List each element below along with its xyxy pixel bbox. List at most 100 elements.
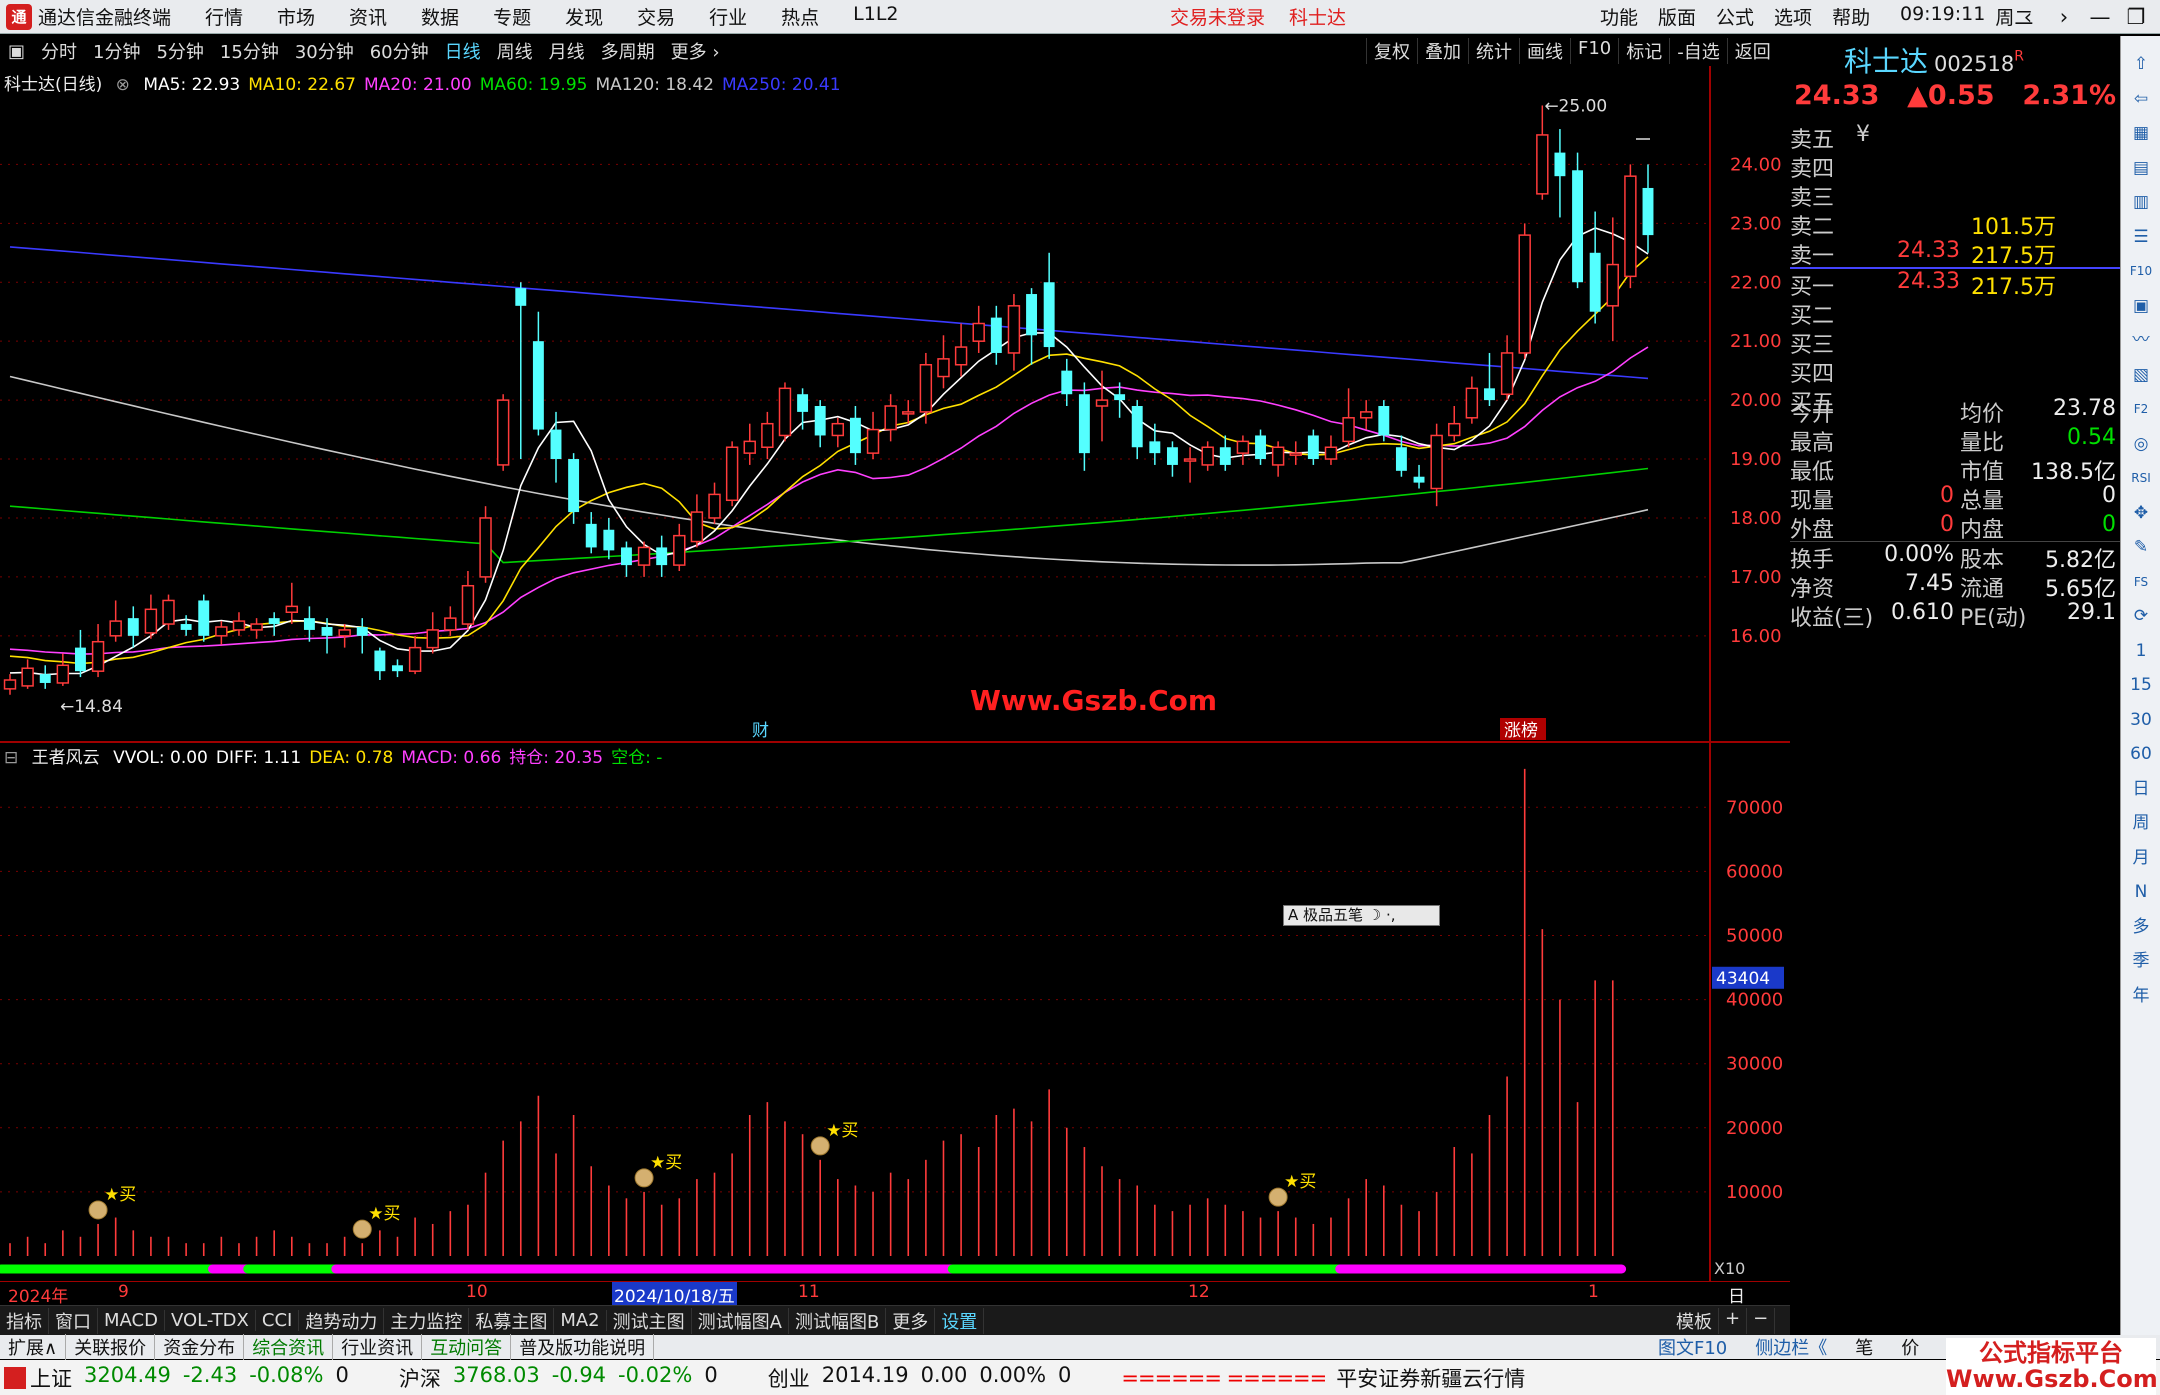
period-tab[interactable]: 60分钟	[362, 38, 437, 64]
chart-area[interactable]: 24.00 23.00 22.00 21.00 20.00 19.00 18.00 17.00…	[0, 66, 1790, 1282]
maximize-button[interactable]: ❐	[2118, 5, 2154, 29]
right-menu-item[interactable]: 选项	[1764, 3, 1822, 30]
extension-tab[interactable]: 互动问答	[422, 1334, 512, 1360]
toolbar-button[interactable]: 标记	[1618, 38, 1669, 64]
circle-icon[interactable]: ◎	[2127, 430, 2155, 458]
forward-button[interactable]: ›	[2046, 5, 2082, 29]
fin-icon[interactable]: ▧	[2127, 361, 2155, 389]
extension-tab[interactable]: 关联报价	[66, 1334, 156, 1360]
toolbar-button[interactable]: 统计	[1468, 38, 1519, 64]
period-10-icon[interactable]: F2	[2127, 395, 2155, 423]
period-tab[interactable]: 日线	[437, 38, 489, 64]
toolbar-button[interactable]: F10	[1570, 38, 1618, 64]
indicator-tab[interactable]: 趋势动力	[299, 1307, 385, 1334]
pen-icon[interactable]: ✎	[2127, 533, 2155, 561]
period-24-icon[interactable]: N	[2127, 878, 2155, 906]
period-tab[interactable]: 多周期	[593, 38, 663, 64]
f10-icon[interactable]: F10	[2127, 257, 2155, 285]
grid-icon[interactable]: ▦	[2127, 119, 2155, 147]
right-menu-item[interactable]: 功能	[1590, 3, 1648, 30]
side-control[interactable]: 笔	[1841, 1334, 1887, 1360]
period-tab[interactable]: 周线	[489, 38, 541, 64]
side-control[interactable]: 图文F10	[1644, 1334, 1741, 1360]
menu-item[interactable]: 市场	[260, 3, 332, 30]
indicator-tab[interactable]: CCI	[256, 1310, 300, 1331]
book-row[interactable]: 买三	[1790, 327, 2120, 358]
minimize-button[interactable]: —	[2082, 5, 2118, 29]
rsi-icon[interactable]: RSI	[2127, 464, 2155, 492]
menu-item[interactable]: 热点	[764, 3, 836, 30]
extension-tab[interactable]: 普及版功能说明	[511, 1334, 655, 1360]
template-button[interactable]: +	[1719, 1307, 1748, 1334]
period-15-icon[interactable]: FS	[2127, 568, 2155, 596]
book-row[interactable]: 卖三	[1790, 180, 2120, 211]
arrow-left-icon[interactable]: ⇦	[2127, 85, 2155, 113]
right-menu-item[interactable]: 版面	[1648, 3, 1706, 30]
indicator-tab[interactable]: 更多	[886, 1307, 936, 1334]
close-button[interactable]: ✕	[2154, 5, 2160, 29]
toolbar-button[interactable]: 画线	[1519, 38, 1570, 64]
indicator-tab[interactable]: 窗口	[49, 1307, 98, 1334]
menu-item[interactable]: 专题	[476, 3, 548, 30]
period-22-icon[interactable]: 周	[2127, 809, 2155, 837]
toolbar-button[interactable]: 复权	[1366, 38, 1417, 64]
news-icon[interactable]: ☰	[2127, 223, 2155, 251]
menu-item[interactable]: 资讯	[332, 3, 404, 30]
line-icon[interactable]: 〰	[2127, 326, 2155, 354]
template-button[interactable]: −	[1747, 1307, 1776, 1334]
ime-toolbar[interactable]: A 极品五笔 ☽ ·,	[1283, 905, 1440, 926]
book-row[interactable]: 卖四	[1790, 151, 2120, 182]
move-icon[interactable]: ✥	[2127, 499, 2155, 527]
menu-item[interactable]: 行情	[188, 3, 260, 30]
menu-item[interactable]: 行业	[692, 3, 764, 30]
period-21-icon[interactable]: 日	[2127, 775, 2155, 803]
period-27-icon[interactable]: 年	[2127, 982, 2155, 1010]
right-menu-item[interactable]: 帮助	[1822, 3, 1880, 30]
menu-item[interactable]: 交易	[620, 3, 692, 30]
book-row[interactable]: 买二	[1790, 298, 2120, 329]
indicator-tab[interactable]: 设置	[935, 1307, 985, 1334]
book-row[interactable]: 买四	[1790, 356, 2120, 387]
indicator-tab[interactable]: 测试幅图B	[789, 1307, 887, 1334]
indicator-tab[interactable]: 主力监控	[384, 1307, 470, 1334]
book-row[interactable]: 卖二 101.5万	[1790, 209, 2120, 240]
arrow-up-icon[interactable]: ⇧	[2127, 50, 2155, 78]
period-tab[interactable]: 15分钟	[212, 38, 287, 64]
extension-tab[interactable]: 扩展∧	[0, 1334, 67, 1360]
chart-icon[interactable]: ▤	[2127, 154, 2155, 182]
indicator-tab[interactable]: MA2	[554, 1310, 607, 1331]
toolbar-button[interactable]: 叠加	[1417, 38, 1468, 64]
period-18-icon[interactable]: 15	[2127, 671, 2155, 699]
menu-item[interactable]: 发现	[548, 3, 620, 30]
period-tab[interactable]: 月线	[541, 38, 593, 64]
period-17-icon[interactable]: 1	[2127, 637, 2155, 665]
book-row[interactable]: 买一 24.33 217.5万	[1790, 269, 2120, 300]
indicator-tab[interactable]: 指标	[0, 1307, 49, 1334]
index-cy[interactable]: 创业 2014.19 0.00 0.00% 0	[768, 1363, 1072, 1393]
period-25-icon[interactable]: 多	[2127, 913, 2155, 941]
toolbar-menu-icon[interactable]: ▣	[0, 41, 33, 62]
extension-tab[interactable]: 综合资讯	[244, 1334, 334, 1360]
period-tab[interactable]: 5分钟	[148, 38, 211, 64]
index-hs[interactable]: 沪深 3768.03 -0.94 -0.02% 0	[399, 1363, 718, 1393]
period-tab[interactable]: 更多 ›	[663, 38, 728, 64]
toolbar-button[interactable]: -自选	[1669, 38, 1727, 64]
side-control[interactable]: 侧边栏《	[1741, 1334, 1841, 1360]
period-23-icon[interactable]: 月	[2127, 844, 2155, 872]
extension-tab[interactable]: 资金分布	[155, 1334, 245, 1360]
table-icon[interactable]: ▣	[2127, 292, 2155, 320]
indicator-tab[interactable]: VOL-TDX	[165, 1310, 256, 1331]
period-tab[interactable]: 30分钟	[287, 38, 362, 64]
template-button[interactable]: 模板	[1670, 1307, 1719, 1334]
indicator-tab[interactable]: 测试幅图A	[692, 1307, 789, 1334]
book-row[interactable]: 卖一 24.33 217.5万	[1790, 238, 2120, 269]
right-menu-item[interactable]: 公式	[1706, 3, 1764, 30]
indicator-tab[interactable]: MACD	[98, 1310, 165, 1331]
extension-tab[interactable]: 行业资讯	[333, 1334, 423, 1360]
period-26-icon[interactable]: 季	[2127, 947, 2155, 975]
indicator-tab[interactable]: 测试主图	[607, 1307, 692, 1334]
broker-label[interactable]: 平安证券新疆云行情	[1336, 1363, 1525, 1393]
index-sh[interactable]: 上证 3204.49 -2.43 -0.08% 0	[30, 1363, 349, 1393]
back-button[interactable]: ‹	[2010, 5, 2046, 29]
menu-item[interactable]: L1L2	[836, 3, 915, 30]
